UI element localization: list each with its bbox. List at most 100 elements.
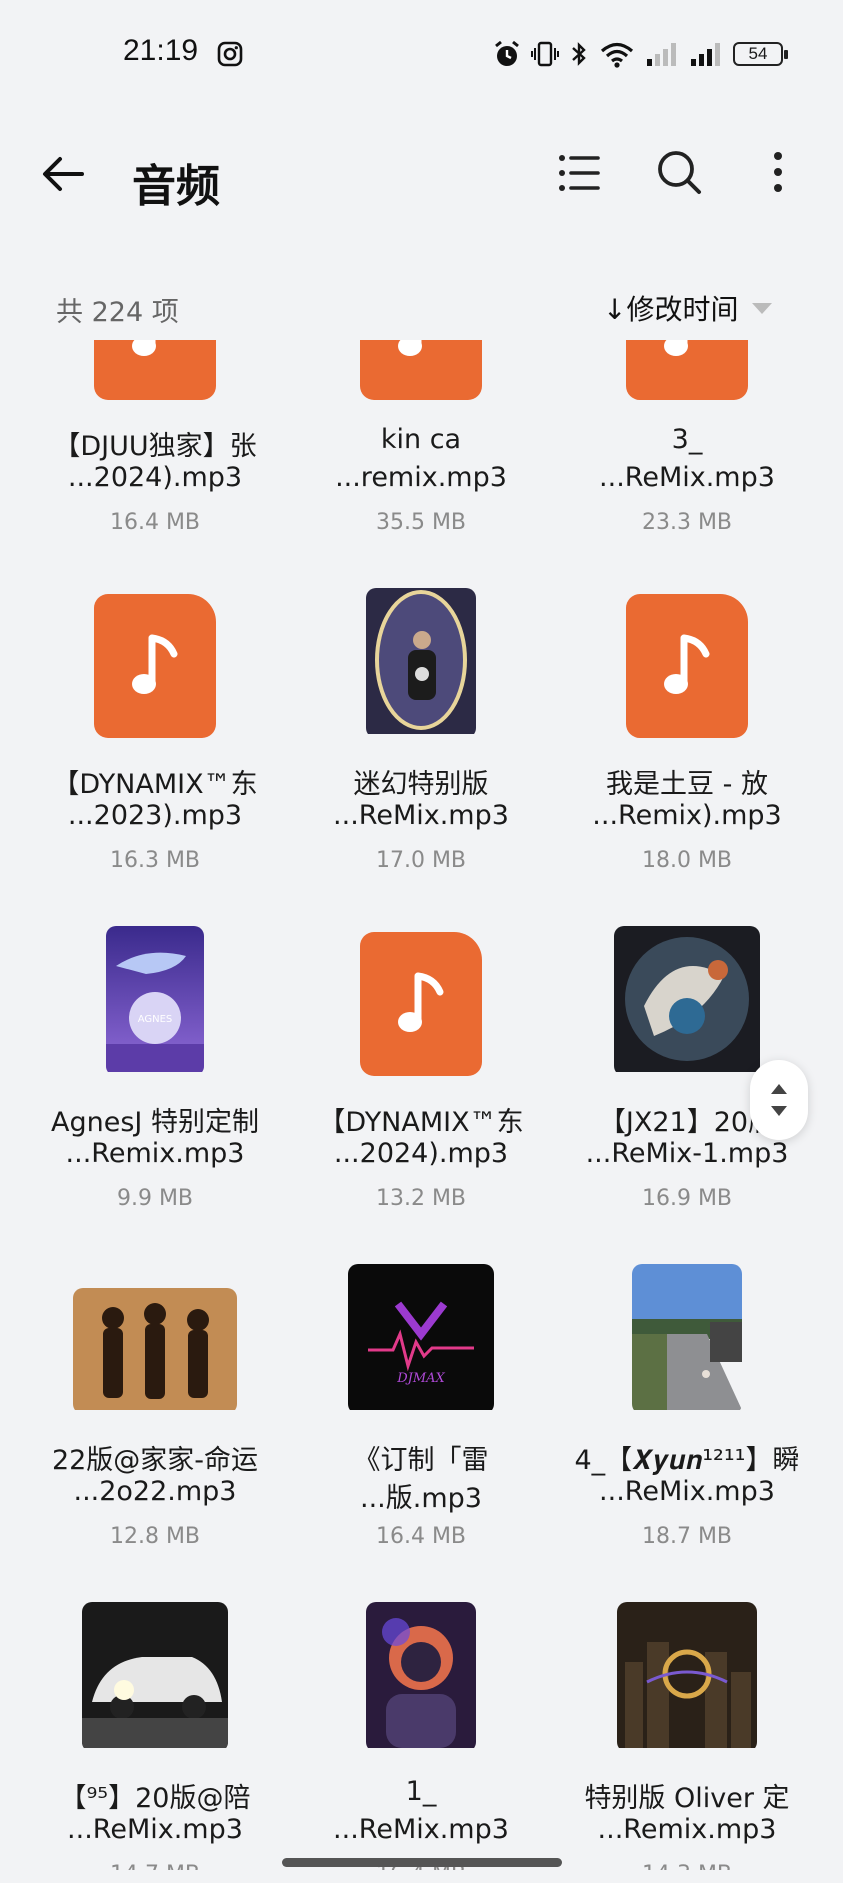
instagram-icon <box>217 41 243 67</box>
file-item[interactable]: kin ca ...remix.mp3 35.5 MB <box>291 340 551 568</box>
file-size: 14.3 MB <box>557 1862 817 1870</box>
file-item[interactable]: DJMAX 《订制「雷 ...版.mp3 16.4 MB <box>291 1244 551 1582</box>
file-item[interactable]: 3_ ...ReMix.mp3 23.3 MB <box>557 340 817 568</box>
file-grid: 【DJUU独家】张 ...2024).mp3 16.4 MB kin ca ..… <box>0 340 843 1870</box>
shadows-art <box>73 1288 237 1414</box>
whale-moon-art: AGNES <box>106 926 204 1076</box>
file-name-line2: ...版.mp3 <box>360 1483 482 1514</box>
file-name-line1: 1_ <box>405 1776 437 1807</box>
thumbnail-container <box>557 1582 817 1752</box>
music-file-icon <box>626 594 748 738</box>
more-options-icon[interactable] <box>760 148 796 196</box>
file-name-line2: ...ReMix.mp3 <box>599 462 775 493</box>
file-item[interactable]: 迷幻特别版 ...ReMix.mp3 17.0 MB <box>291 568 551 906</box>
search-icon[interactable] <box>655 148 703 196</box>
file-item[interactable]: 【⁹⁵】20版@陪 ...ReMix.mp3 14.7 MB <box>25 1582 285 1870</box>
thumbnail-container <box>557 340 817 400</box>
road-art <box>632 1264 742 1414</box>
sort-label: ↓修改时间 <box>603 293 739 326</box>
file-item[interactable]: 【DJUU独家】张 ...2024).mp3 16.4 MB <box>25 340 285 568</box>
file-size: 35.5 MB <box>375 510 467 535</box>
music-file-icon <box>360 932 482 1076</box>
fast-scroll-handle[interactable] <box>750 1060 808 1140</box>
music-file-icon <box>94 340 216 400</box>
file-item[interactable]: 【DYNAMIX™东 ...2023).mp3 16.3 MB <box>25 568 285 906</box>
status-bar: 21:19 54 <box>0 0 843 108</box>
file-name-line2: ...2024).mp3 <box>333 1138 509 1169</box>
back-arrow-icon[interactable] <box>38 148 90 200</box>
file-size: 18.0 MB <box>641 848 733 873</box>
file-name-line1: AgnesJ 特别定制 <box>51 1107 259 1138</box>
file-item[interactable]: 【DYNAMIX™东 ...2024).mp3 13.2 MB <box>291 906 551 1244</box>
file-name-line1: kin ca <box>380 424 462 455</box>
home-indicator[interactable] <box>282 1858 562 1867</box>
thumbnail-container <box>291 568 551 738</box>
file-size: 13.2 MB <box>375 1186 467 1211</box>
file-size: 9.9 MB <box>116 1186 194 1211</box>
music-file-icon <box>94 594 216 738</box>
file-name-line2: ...ReMix.mp3 <box>67 1814 243 1845</box>
file-name-line2: ...ReMix.mp3 <box>599 1476 775 1507</box>
file-name-line2: ...Remix.mp3 <box>597 1814 777 1845</box>
signal-1-icon <box>647 43 676 66</box>
file-name-line2: ...ReMix.mp3 <box>333 1814 509 1845</box>
file-size: 16.3 MB <box>109 848 201 873</box>
thumbnail-container <box>291 906 551 1076</box>
list-view-icon[interactable] <box>556 150 602 196</box>
signal-2-icon <box>691 43 720 66</box>
city-logo-art <box>617 1602 757 1752</box>
file-name-line1: 特别版 Oliver 定 <box>584 1783 790 1814</box>
svg-text:AGNES: AGNES <box>138 1014 173 1025</box>
file-size: 23.3 MB <box>641 510 733 535</box>
file-size: 12.8 MB <box>109 1524 201 1549</box>
file-name-line1: 迷幻特别版 <box>353 769 489 800</box>
bluetooth-icon <box>572 42 586 66</box>
djmax-logo-art: DJMAX <box>348 1264 494 1414</box>
file-size: 16.4 MB <box>375 1524 467 1549</box>
app-bar: 音频 <box>0 120 843 230</box>
scroll-arrows-icon <box>771 1084 787 1116</box>
thumbnail-container <box>557 1244 817 1414</box>
file-name-line2: ...remix.mp3 <box>335 462 507 493</box>
alarm-icon <box>495 40 519 66</box>
music-file-icon <box>626 340 748 400</box>
file-name-line2: ...Remix).mp3 <box>592 800 782 831</box>
battery-indicator: 54 <box>733 42 788 66</box>
thumbnail-container <box>25 1244 285 1414</box>
file-item[interactable]: 特别版 Oliver 定 ...Remix.mp3 14.3 MB <box>557 1582 817 1870</box>
file-item[interactable]: 4_【𝑿𝒚𝒖𝒏¹²¹¹】瞬 ...ReMix.mp3 18.7 MB <box>557 1244 817 1582</box>
page-title: 音频 <box>132 161 220 212</box>
music-file-icon <box>360 340 482 400</box>
file-name-line2: ...2023).mp3 <box>67 800 243 831</box>
file-name-line1: 3_ <box>671 424 703 455</box>
file-item[interactable]: AGNES AgnesJ 特别定制 ...Remix.mp3 9.9 MB <box>25 906 285 1244</box>
file-item[interactable]: 22版@家家-命运 ...2o22.mp3 12.8 MB <box>25 1244 285 1582</box>
file-size: 14.7 MB <box>25 1862 285 1870</box>
file-item[interactable]: 我是土豆 - 放 ...Remix).mp3 18.0 MB <box>557 568 817 906</box>
status-time: 21:19 <box>123 34 199 67</box>
file-name-line1: 【DJUU独家】张 <box>53 431 257 462</box>
vibrate-icon <box>531 41 559 67</box>
svg-text:DJMAX: DJMAX <box>396 1371 445 1386</box>
thumbnail-container <box>291 340 551 400</box>
thumbnail-container: AGNES <box>25 906 285 1076</box>
file-size: 18.7 MB <box>641 1524 733 1549</box>
file-size: 16.4 MB <box>109 510 201 535</box>
thumbnail-container <box>291 1582 551 1752</box>
mirror-selfie-art <box>366 588 476 738</box>
file-item[interactable]: 1_ ...ReMix.mp3 16.4 MB <box>291 1582 551 1870</box>
sort-selector[interactable]: ↓修改时间 <box>603 288 773 328</box>
thumbnail-container <box>557 568 817 738</box>
file-name-line1: 4_【𝑿𝒚𝒖𝒏¹²¹¹】瞬 <box>574 1445 800 1476</box>
wifi-icon <box>600 42 634 68</box>
file-name-line1: 【DYNAMIX™东 <box>52 769 258 800</box>
wolf-circle-art <box>614 926 760 1076</box>
file-name-line1: 【⁹⁵】20版@陪 <box>59 1783 251 1814</box>
thumbnail-container <box>25 1582 285 1752</box>
thumbnail-container: DJMAX <box>291 1244 551 1414</box>
file-name-line1: 《订制「雷 <box>353 1445 489 1476</box>
astronaut-ape-art <box>366 1602 476 1752</box>
dropdown-triangle-icon <box>752 302 773 314</box>
file-name-line2: ...2o22.mp3 <box>73 1476 237 1507</box>
thumbnail-container <box>25 340 285 400</box>
